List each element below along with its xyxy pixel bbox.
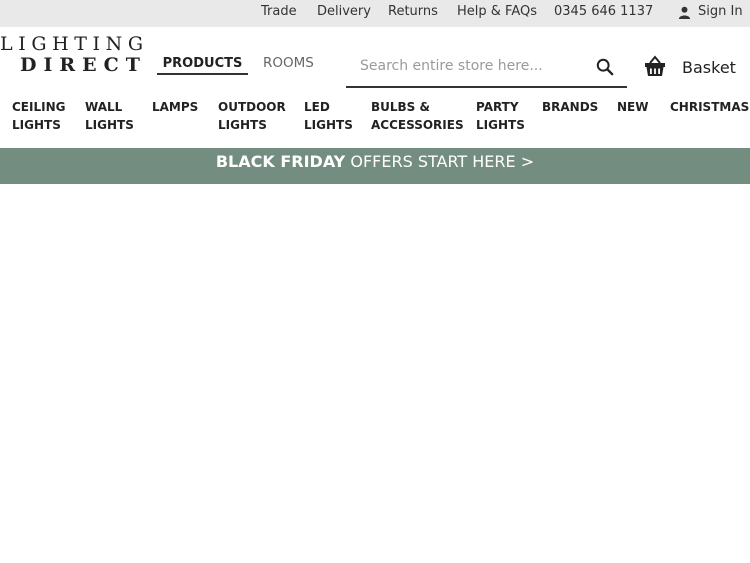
- nav-item-party-lights[interactable]: PARTY LIGHTS: [476, 98, 525, 134]
- nav-label: ACCESSORIES: [371, 118, 464, 132]
- nav-label: LIGHTS: [476, 118, 525, 132]
- nav-label: BULBS &: [371, 100, 430, 114]
- nav-label: LED: [304, 100, 330, 114]
- nav-item-bulbs-accessories[interactable]: BULBS & ACCESSORIES: [371, 98, 464, 134]
- logo-line-2: DIRECT: [20, 54, 147, 76]
- nav-label: NEW: [617, 100, 649, 114]
- nav-item-new[interactable]: NEW: [617, 98, 648, 116]
- promo-text: OFFERS START HERE >: [345, 152, 535, 171]
- search-icon[interactable]: [596, 58, 614, 76]
- nav-label: WALL: [85, 100, 123, 114]
- nav-label: LIGHTS: [12, 118, 61, 132]
- black-friday-banner[interactable]: BLACK FRIDAY OFFERS START HERE >: [0, 148, 750, 184]
- trade-link[interactable]: Trade: [261, 4, 297, 19]
- main-navigation: CEILING LIGHTS WALL LIGHTS LAMPS OUTDOOR…: [0, 98, 750, 142]
- nav-label: OUTDOOR: [218, 100, 286, 114]
- returns-link[interactable]: Returns: [388, 4, 438, 19]
- sign-in-link[interactable]: Sign In: [698, 4, 743, 19]
- nav-label: LIGHTS: [218, 118, 267, 132]
- nav-item-christmas[interactable]: CHRISTMAS: [670, 98, 749, 116]
- tab-products[interactable]: PRODUCTS: [157, 55, 248, 75]
- utility-bar: Trade Delivery Returns Help & FAQs 0345 …: [0, 0, 750, 27]
- site-logo[interactable]: LIGHTING DIRECT: [0, 33, 160, 76]
- delivery-link[interactable]: Delivery: [317, 4, 371, 19]
- phone-number-link[interactable]: 0345 646 1137: [554, 4, 653, 19]
- tab-rooms[interactable]: ROOMS: [263, 55, 314, 72]
- help-faqs-link[interactable]: Help & FAQs: [457, 4, 537, 19]
- search-bar: [346, 50, 627, 88]
- nav-label: LAMPS: [152, 100, 199, 114]
- nav-label: CHRISTMAS: [670, 100, 750, 114]
- basket-icon: [645, 55, 665, 76]
- nav-label: PARTY: [476, 100, 519, 114]
- logo-line-1: LIGHTING: [0, 33, 149, 55]
- nav-label: BRANDS: [542, 100, 599, 114]
- nav-label: LIGHTS: [85, 118, 134, 132]
- nav-item-brands[interactable]: BRANDS: [542, 98, 598, 116]
- user-icon[interactable]: [678, 6, 691, 19]
- nav-item-wall-lights[interactable]: WALL LIGHTS: [85, 98, 134, 134]
- nav-label: LIGHTS: [304, 118, 353, 132]
- nav-item-outdoor-lights[interactable]: OUTDOOR LIGHTS: [218, 98, 286, 134]
- nav-item-ceiling-lights[interactable]: CEILING LIGHTS: [12, 98, 65, 134]
- nav-item-lamps[interactable]: LAMPS: [152, 98, 198, 116]
- promo-bold-text: BLACK FRIDAY: [215, 152, 346, 171]
- basket-button[interactable]: Basket: [644, 54, 744, 82]
- search-input[interactable]: [360, 54, 585, 78]
- basket-label: Basket: [682, 58, 736, 77]
- nav-item-led-lights[interactable]: LED LIGHTS: [304, 98, 353, 134]
- nav-label: CEILING: [12, 100, 66, 114]
